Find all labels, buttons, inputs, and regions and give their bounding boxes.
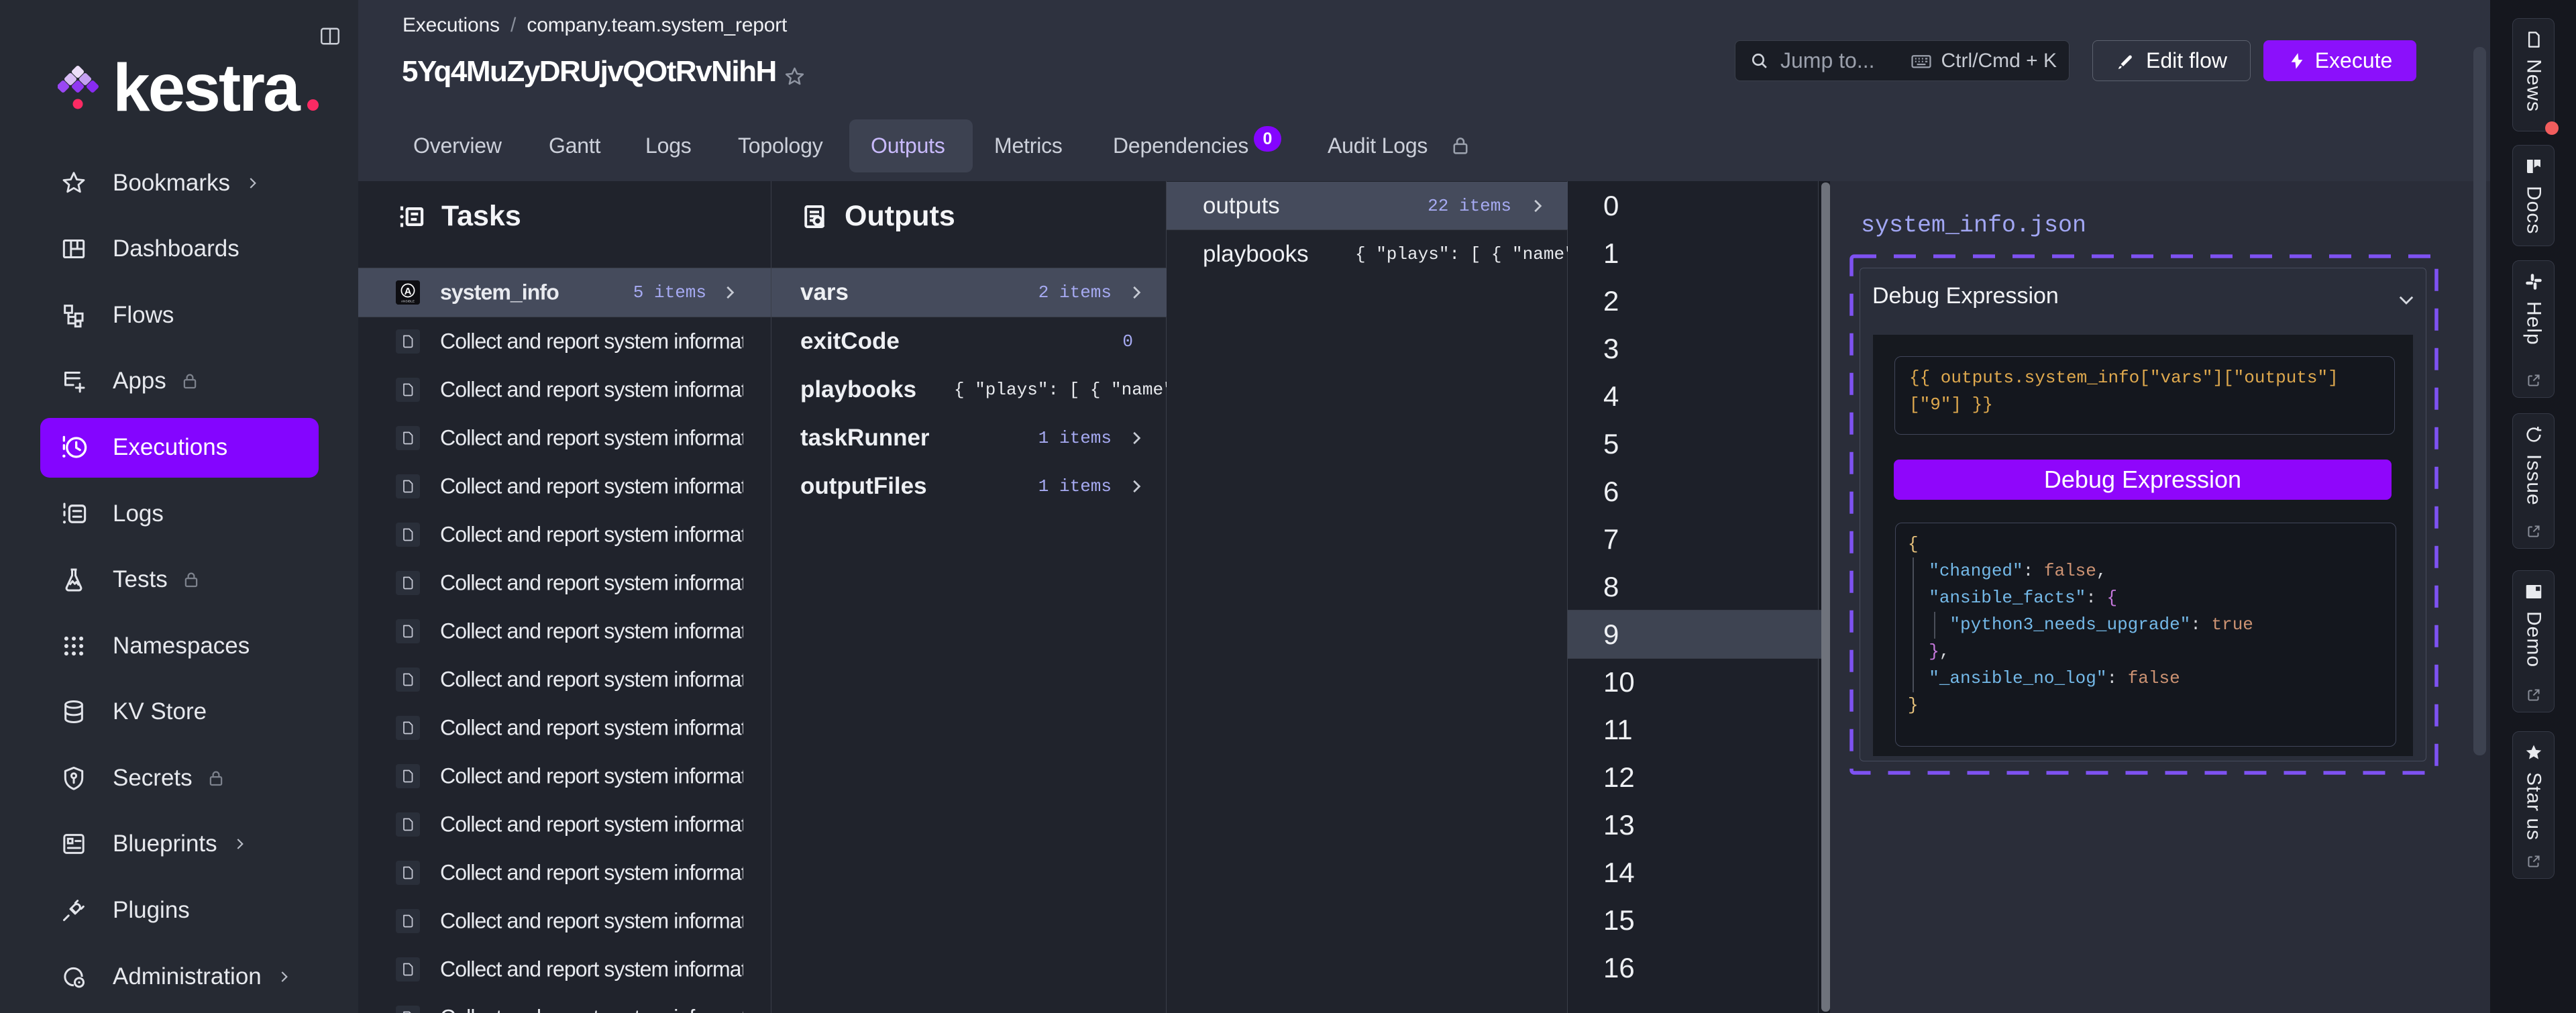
svg-text:A: A — [405, 286, 412, 297]
svg-text:ANSIBLE: ANSIBLE — [401, 299, 415, 303]
